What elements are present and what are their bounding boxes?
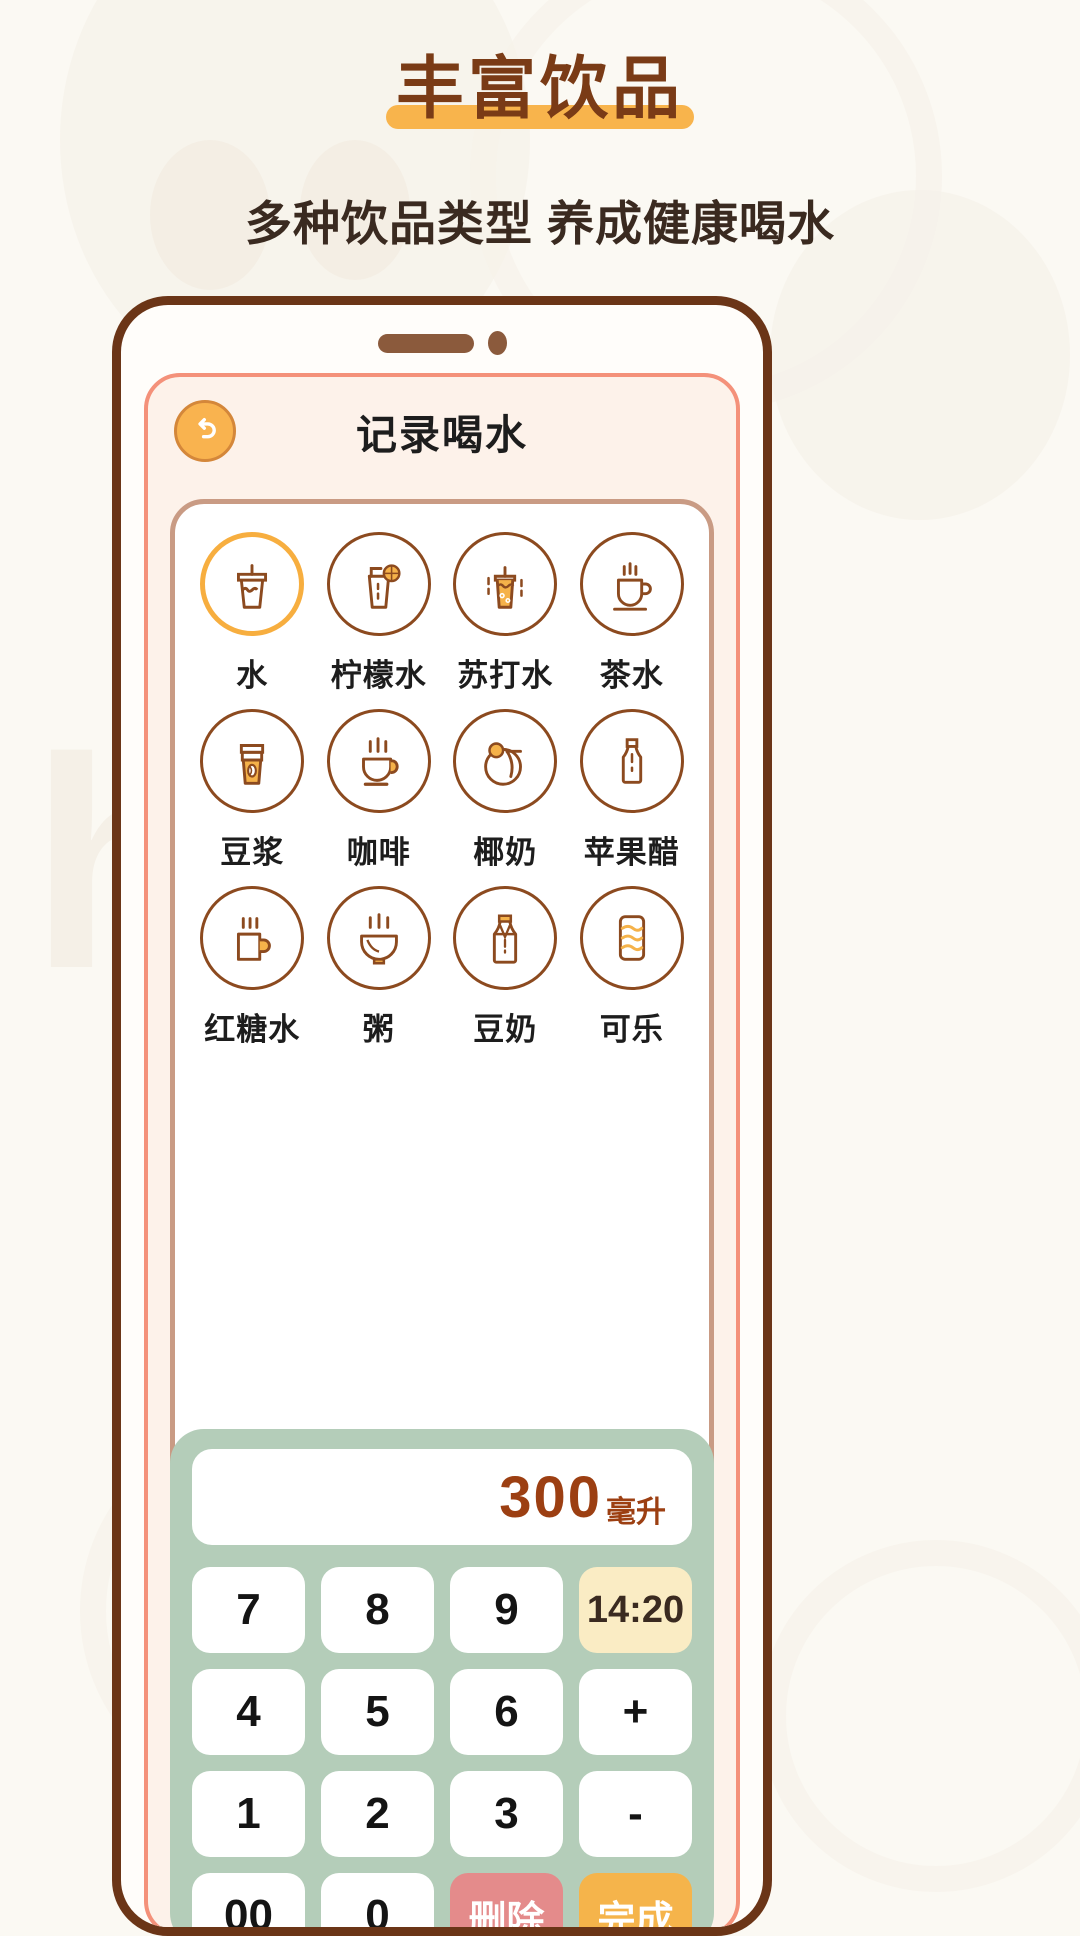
keypad-key-1[interactable]: 1: [192, 1771, 305, 1857]
camera-dot-icon: [487, 331, 507, 355]
amount-display[interactable]: 300 毫升: [192, 1449, 692, 1545]
drink-label: 豆浆: [220, 835, 285, 870]
keypad-keys: 7 8 9 14:20 4 5 6 +1 2 3-00 0 删除 完成: [192, 1567, 692, 1927]
drink-label: 豆奶: [473, 1012, 538, 1047]
mug-icon: [237, 917, 272, 961]
drink-item-cup-with-lid[interactable]: 水: [189, 532, 316, 695]
milk-bottle-icon: [493, 914, 518, 964]
drink-icon-circle[interactable]: [453, 886, 558, 990]
drink-label: 柠檬水: [330, 658, 427, 693]
keypad-key-time[interactable]: 14:20: [579, 1567, 692, 1653]
coconut-drink-icon: [484, 742, 523, 786]
drink-icon-circle[interactable]: [200, 532, 305, 636]
drink-item-porridge-bowl[interactable]: 粥: [316, 886, 443, 1049]
drink-label: 茶水: [599, 658, 664, 693]
numeric-keypad-panel: 300 毫升 7 8 9 14:20 4 5 6 +1 2 3-00 0 删除 完成: [170, 1429, 714, 1927]
app-header: 记录喝水: [148, 377, 736, 485]
keypad-key-9[interactable]: 9: [450, 1567, 563, 1653]
promo-title-wrap: 丰富饮品: [0, 51, 1080, 129]
speaker-slot-icon: [377, 333, 474, 353]
keypad-key-3[interactable]: 3: [450, 1771, 563, 1857]
keypad-key-2[interactable]: 2: [321, 1771, 434, 1857]
drink-icon-circle[interactable]: [326, 709, 431, 813]
keypad-key-7[interactable]: 7: [192, 1567, 305, 1653]
drink-item-soda-can[interactable]: 可乐: [569, 886, 696, 1049]
drink-icon-circle[interactable]: [579, 709, 684, 813]
drink-item-tea-cup[interactable]: 茶水: [569, 532, 696, 695]
drink-item-coconut-drink[interactable]: 椰奶: [442, 709, 569, 872]
amount-value: 300: [499, 1464, 602, 1530]
drink-label: 水: [236, 658, 269, 693]
drink-label: 苹果醋: [583, 835, 680, 870]
drink-icon-circle[interactable]: [579, 532, 684, 636]
promo-title: 丰富饮品: [385, 51, 694, 129]
soda-can-icon: [618, 915, 645, 961]
vinegar-bottle-icon: [621, 738, 642, 784]
drink-item-soy-milk-cup[interactable]: 豆浆: [189, 709, 316, 872]
deco-ring: [760, 1540, 1080, 1892]
keypad-key-plus[interactable]: +: [579, 1669, 692, 1755]
amount-unit: 毫升: [606, 1496, 666, 1529]
promo-subtitle: 多种饮品类型 养成健康喝水: [244, 197, 836, 250]
drink-label: 粥: [362, 1012, 395, 1047]
drink-item-lemon-drink[interactable]: 柠檬水: [316, 532, 443, 695]
phone-notch: [121, 331, 763, 355]
keypad-key-00[interactable]: 00: [192, 1873, 305, 1927]
page-title: 记录喝水: [356, 412, 528, 458]
coffee-cup-icon: [361, 737, 399, 786]
keypad-key-5[interactable]: 5: [321, 1669, 434, 1755]
drink-label: 椰奶: [473, 835, 538, 870]
drink-label: 咖啡: [346, 835, 411, 870]
keypad-key-done[interactable]: 完成: [579, 1873, 692, 1927]
promo-title-text: 丰富饮品: [395, 51, 684, 127]
keypad-key-0[interactable]: 0: [321, 1873, 434, 1927]
drink-item-milk-bottle[interactable]: 豆奶: [442, 886, 569, 1049]
keypad-key-del[interactable]: 删除: [450, 1873, 563, 1927]
drink-icon-circle[interactable]: [200, 886, 305, 990]
app-screen: 记录喝水 水柠檬水 苏打水 茶水 豆浆 咖啡 椰奶 苹果醋 红糖水粥豆奶 可乐 300 毫升 7…: [144, 373, 740, 1927]
drink-label: 可乐: [599, 1012, 664, 1047]
soda-glass-icon: [487, 566, 523, 609]
drink-item-vinegar-bottle[interactable]: 苹果醋: [569, 709, 696, 872]
drink-icon-circle[interactable]: [326, 886, 431, 990]
keypad-key-6[interactable]: 6: [450, 1669, 563, 1755]
soy-milk-cup-icon: [240, 744, 265, 785]
drink-item-soda-glass[interactable]: 苏打水: [442, 532, 569, 695]
drink-item-coffee-cup[interactable]: 咖啡: [316, 709, 443, 872]
drink-icon-circle[interactable]: [453, 709, 558, 813]
keypad-key-minus[interactable]: -: [579, 1771, 692, 1857]
drink-label: 苏打水: [457, 658, 554, 693]
keypad-key-8[interactable]: 8: [321, 1567, 434, 1653]
phone-mockup: 记录喝水 水柠檬水 苏打水 茶水 豆浆 咖啡 椰奶 苹果醋 红糖水粥豆奶 可乐 300 毫升 7…: [112, 296, 772, 1936]
drink-icon-circle[interactable]: [453, 532, 558, 636]
drink-label: 红糖水: [204, 1012, 301, 1047]
tea-cup-icon: [612, 562, 652, 611]
drink-icon-circle[interactable]: [200, 709, 305, 813]
drink-icon-circle[interactable]: [326, 532, 431, 636]
cup-with-lid-icon: [237, 564, 268, 609]
lemon-drink-icon: [367, 564, 401, 609]
porridge-bowl-icon: [359, 913, 398, 965]
keypad-key-4[interactable]: 4: [192, 1669, 305, 1755]
drink-icon-circle[interactable]: [579, 886, 684, 990]
drink-item-mug[interactable]: 红糖水: [189, 886, 316, 1049]
drink-grid: 水 柠檬水 苏打水 茶水豆浆 咖啡 椰奶 苹果醋红糖水 粥 豆奶 可乐: [175, 504, 709, 1049]
